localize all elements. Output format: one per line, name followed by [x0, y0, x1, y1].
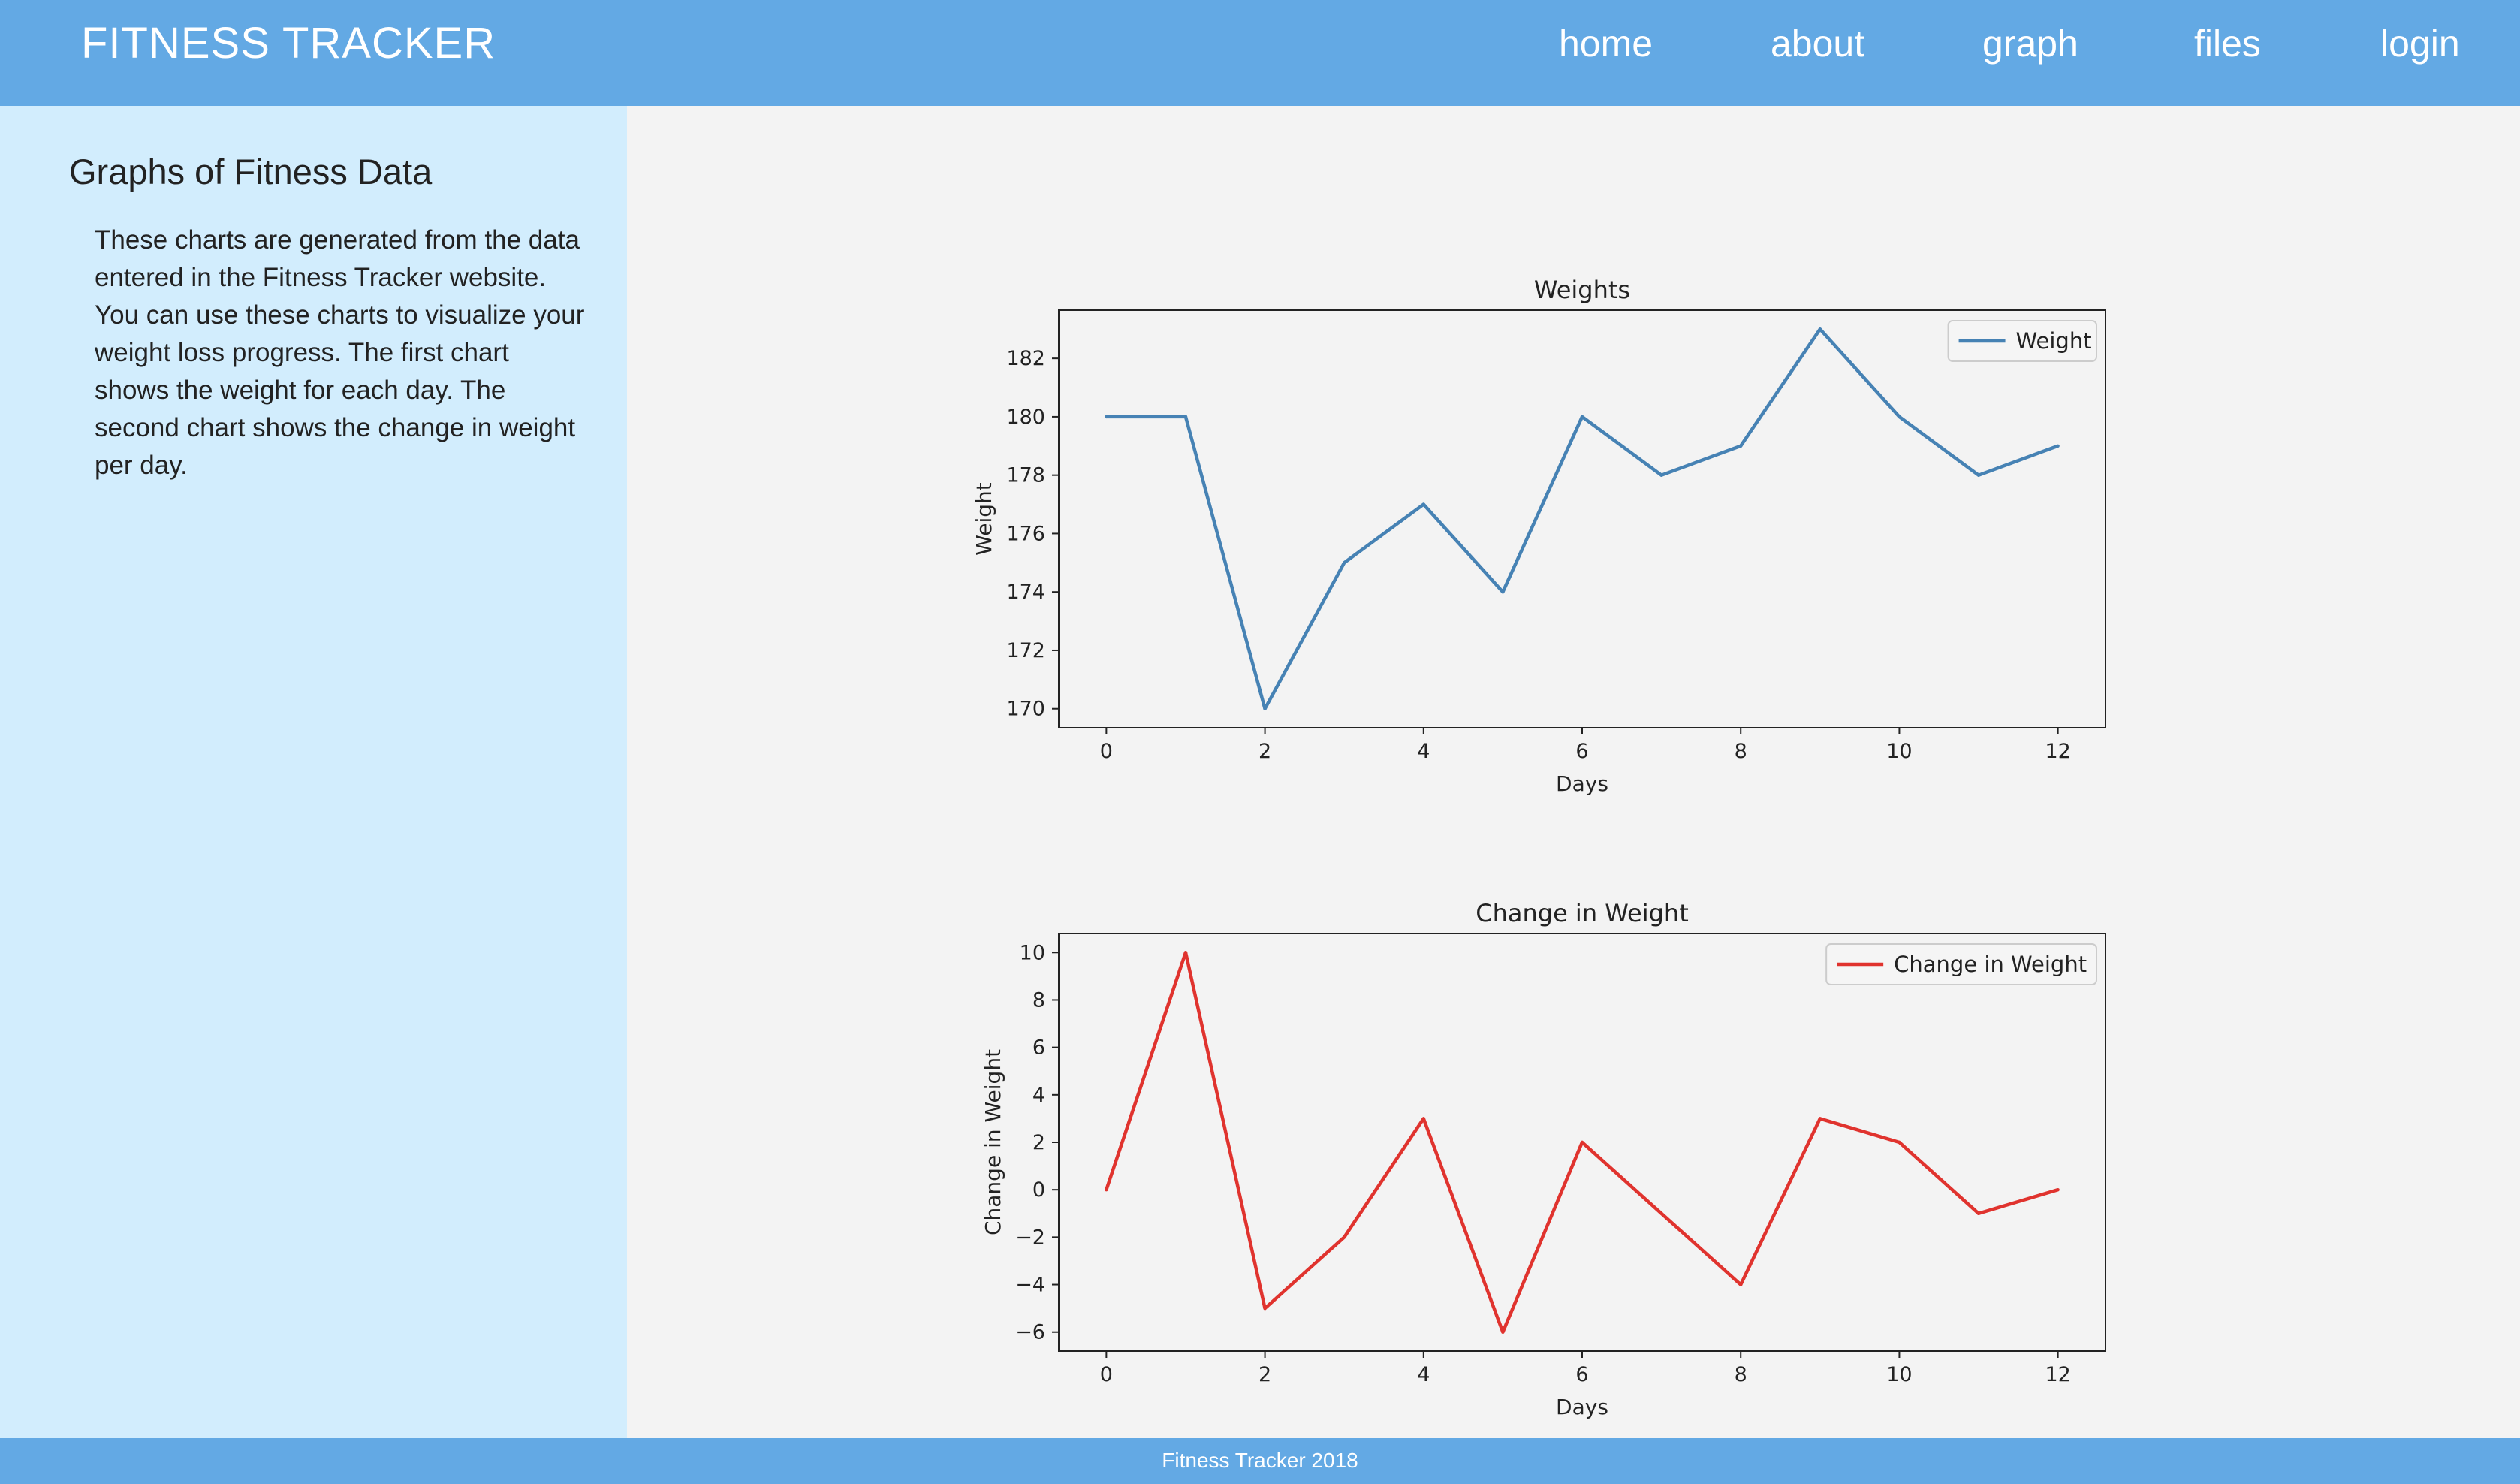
weights-y-tick-label: 182: [1006, 347, 1045, 370]
weights-data-point: [1580, 415, 1584, 419]
change-y-axis-label: Change in Weight: [981, 1049, 1005, 1235]
change-data-point: [1580, 1140, 1584, 1145]
change-data-point: [1501, 1330, 1505, 1334]
weights-x-tick-label: 2: [1258, 740, 1271, 763]
weights-y-axis-label: Weight: [972, 482, 996, 556]
weights-x-tick-label: 8: [1735, 740, 1747, 763]
change-data-point: [1739, 1283, 1743, 1286]
weights-x-tick-label: 6: [1575, 740, 1588, 763]
change-y-tick-label: −2: [1015, 1226, 1045, 1249]
change-x-tick-label: 12: [2045, 1363, 2070, 1386]
footer: Fitness Tracker 2018: [0, 1438, 2520, 1484]
change-data-point: [1421, 1117, 1425, 1121]
change-data-point: [1818, 1117, 1822, 1121]
change-y-tick-label: −6: [1015, 1321, 1045, 1344]
weights-y-tick-label: 172: [1006, 639, 1045, 662]
nav-link-login[interactable]: login: [2380, 17, 2460, 71]
weights-data-point: [1818, 327, 1822, 331]
weights-data-point: [1739, 444, 1743, 448]
change-x-tick-label: 2: [1258, 1363, 1271, 1386]
change-legend-label: Change in Weight: [1894, 952, 2087, 977]
change-data-point: [2056, 1187, 2060, 1192]
change-y-tick-label: 4: [1032, 1084, 1045, 1107]
nav-link-graph[interactable]: graph: [1982, 17, 2078, 71]
change-data-point: [1342, 1235, 1346, 1239]
change-x-tick-label: 4: [1417, 1363, 1430, 1386]
weights-x-tick-label: 0: [1100, 740, 1113, 763]
change-x-tick-label: 10: [1886, 1363, 1912, 1386]
change-data-point: [1105, 1187, 1108, 1192]
change-y-tick-label: 10: [1020, 941, 1045, 964]
change-x-tick-label: 8: [1735, 1363, 1747, 1386]
weights-data-point: [1898, 415, 1901, 419]
brand-title[interactable]: FITNESS TRACKER: [81, 17, 496, 71]
change-y-tick-label: 6: [1032, 1036, 1045, 1060]
footer-text: Fitness Tracker 2018: [1162, 1449, 1358, 1472]
change-y-tick-label: 2: [1032, 1131, 1045, 1154]
change-data-point: [1898, 1140, 1901, 1145]
nav-link-about[interactable]: about: [1771, 17, 1864, 71]
weights-chart: Weights 0 2 4 6 8 10 12 170 172 174 176 178 180 182 Day…: [972, 276, 2106, 796]
change-data-point: [1183, 951, 1188, 955]
change-chart-title: Change in Weight: [1476, 899, 1689, 928]
top-nav-bar: FITNESS TRACKER home about graph files l…: [0, 0, 2520, 106]
weights-data-point: [1263, 707, 1267, 710]
weights-data-point: [2056, 444, 2060, 448]
weights-x-tick-label: 12: [2045, 740, 2070, 763]
weights-legend-label: Weight: [2016, 328, 2092, 354]
change-data-point: [1659, 1211, 1663, 1215]
weights-data-point: [1105, 415, 1108, 419]
change-x-tick-label: 6: [1575, 1363, 1588, 1386]
change-data-point: [1976, 1211, 1981, 1215]
weights-series-line: [1106, 327, 2059, 710]
weights-plot-frame: [1058, 309, 2106, 728]
change-x-tick-label: 0: [1100, 1363, 1113, 1386]
weights-data-point: [1421, 502, 1425, 506]
weights-data-point: [1976, 473, 1981, 477]
nav-link-files[interactable]: files: [2194, 17, 2261, 71]
nav-link-home[interactable]: home: [1559, 17, 1653, 71]
sidebar-description: These charts are generated from the data…: [95, 225, 585, 480]
weights-x-tick-label: 4: [1417, 740, 1430, 763]
weights-data-point: [1183, 415, 1188, 419]
change-y-tick-label: −4: [1015, 1274, 1045, 1297]
change-x-axis-label: Days: [1556, 1395, 1608, 1419]
sidebar: Graphs of Fitness Data These charts are …: [0, 106, 627, 1438]
weights-y-tick-label: 180: [1006, 406, 1045, 429]
weights-x-tick-label: 10: [1886, 740, 1912, 763]
weights-x-axis-label: Days: [1556, 771, 1608, 796]
weights-data-point: [1342, 561, 1346, 565]
change-y-tick-label: 8: [1032, 988, 1045, 1012]
weights-y-tick-label: 176: [1006, 522, 1045, 545]
weights-y-tick-label: 178: [1006, 464, 1045, 487]
weights-data-point: [1501, 590, 1505, 594]
change-y-tick-label: 0: [1032, 1178, 1045, 1202]
weights-chart-title: Weights: [1534, 276, 1630, 304]
sidebar-title: Graphs of Fitness Data: [69, 152, 433, 192]
change-in-weight-chart: Change in Weight 0 2 4 6 8 10 12 −6 −4 −2 0 2 4 6 8 10 Da…: [981, 899, 2106, 1419]
weights-data-point: [1659, 473, 1663, 477]
weights-y-tick-label: 174: [1006, 581, 1045, 604]
weights-y-tick-label: 170: [1006, 698, 1045, 721]
change-data-point: [1263, 1306, 1267, 1311]
